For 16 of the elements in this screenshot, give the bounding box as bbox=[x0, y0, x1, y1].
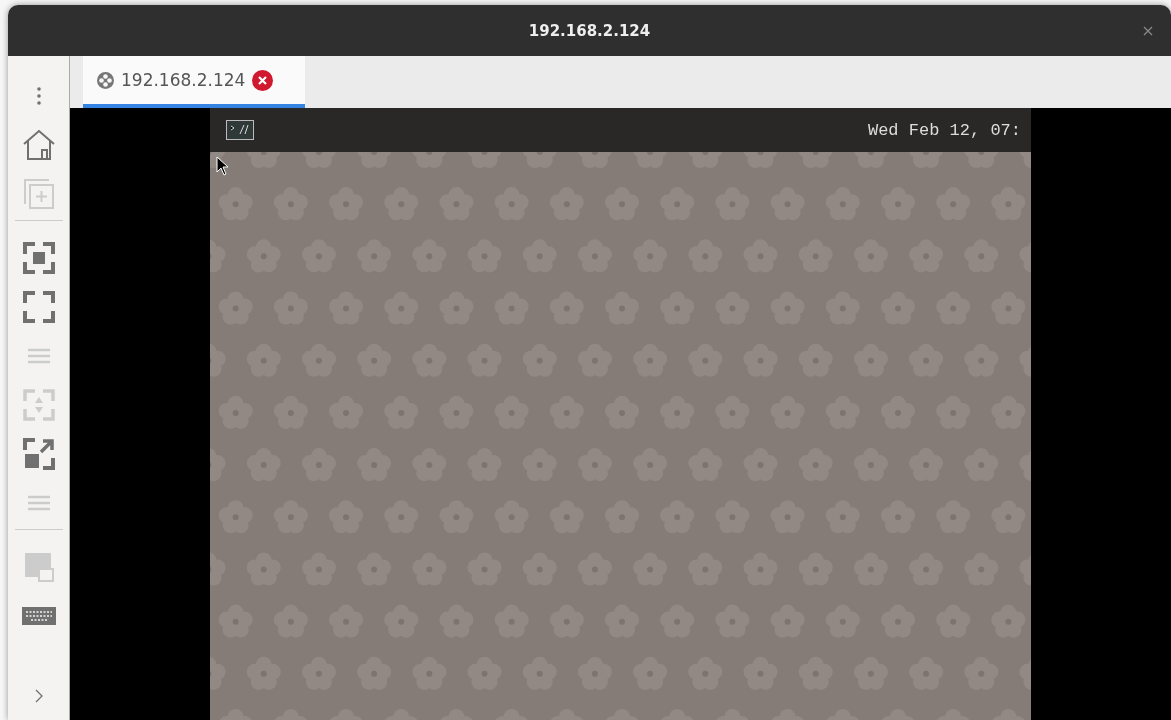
remote-display[interactable]: Wed Feb 12, 07: bbox=[70, 108, 1171, 720]
terminal-icon[interactable] bbox=[226, 120, 254, 140]
window-title: 192.168.2.124 bbox=[528, 21, 651, 40]
cursor-icon bbox=[216, 156, 230, 176]
tab[interactable]: 192.168.2.124 bbox=[83, 56, 305, 108]
close-icon[interactable] bbox=[1143, 26, 1153, 36]
close-tab-icon[interactable] bbox=[252, 69, 274, 91]
clock: Wed Feb 12, 07: bbox=[867, 120, 1021, 140]
resize-icon[interactable] bbox=[22, 437, 55, 470]
keyboard-icon[interactable] bbox=[21, 606, 56, 625]
home-icon[interactable] bbox=[21, 128, 56, 161]
fit-window-icon[interactable] bbox=[22, 241, 55, 274]
fullscreen-icon[interactable] bbox=[22, 290, 55, 323]
expand-icon[interactable] bbox=[34, 688, 43, 703]
menu-icon[interactable] bbox=[36, 86, 41, 105]
connection-icon bbox=[97, 71, 114, 89]
